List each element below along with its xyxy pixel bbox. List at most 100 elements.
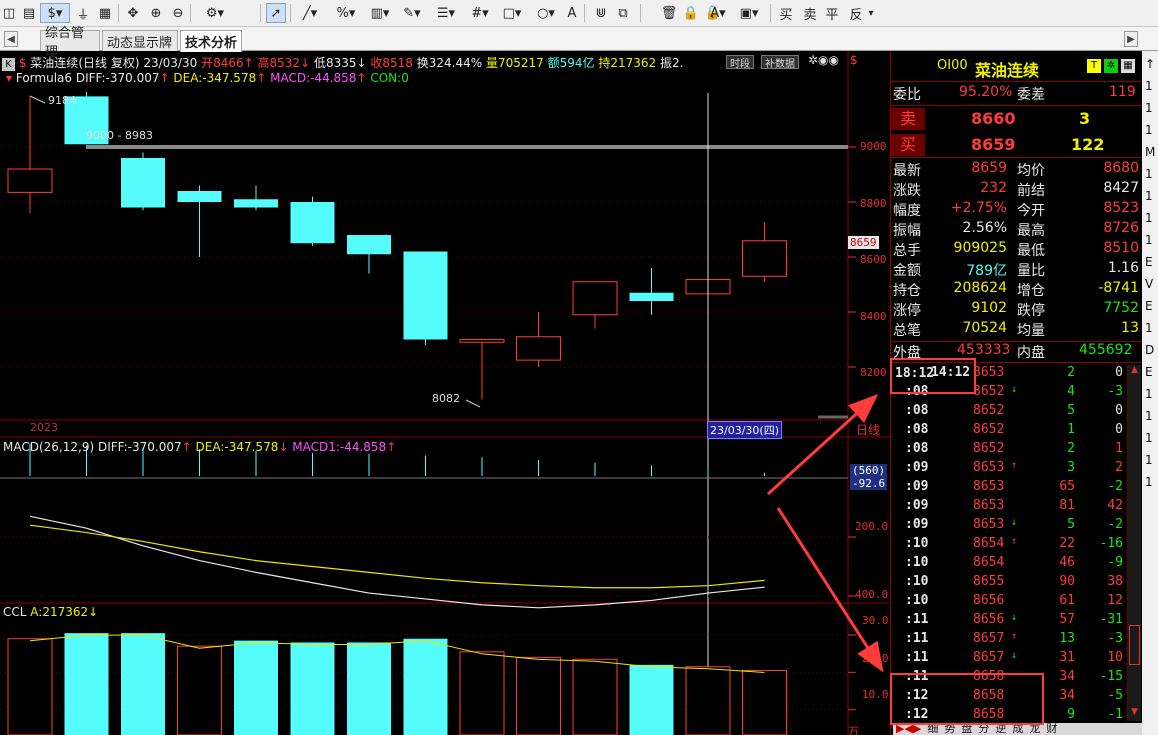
filter-icon[interactable]: ⏚ [74,3,92,23]
strip-item[interactable]: 1 [1145,475,1153,489]
gear-icon[interactable]: ⚙▾ [198,3,232,23]
bottom-tab[interactable]: 财 [1043,723,1060,735]
star-icon[interactable]: ✲ [1104,59,1118,73]
strip-item[interactable]: E [1145,255,1153,269]
copy-icon[interactable]: ⧉ [614,3,632,23]
neipan-label: 内盘 [1017,345,1045,361]
document-icon[interactable]: ▤ [20,3,38,23]
sell-volume: 3 [1079,109,1091,128]
sell-row[interactable]: 卖 8660 3 [891,108,1143,130]
color-icon[interactable]: A▾ [706,3,730,23]
tick-row[interactable]: :09 8653 ↑ 3 2 [891,459,1129,478]
magnet-icon[interactable]: ⋓ [592,3,610,23]
reverse-button[interactable]: 反 [846,3,866,23]
tick-row[interactable]: :11 8657 ↓ 31 10 [891,649,1129,668]
candle-body [516,336,561,361]
text-tool-icon[interactable]: A [564,3,580,23]
k-icon[interactable]: ◫ [0,3,18,23]
tick-row[interactable]: :09 8653 81 42 [891,497,1129,516]
t-icon[interactable]: T [1087,59,1101,73]
tick-row[interactable]: :11 8656 ↓ 57 -31 [891,611,1129,630]
strip-item[interactable]: 1 [1145,101,1153,115]
buy-row[interactable]: 买 8659 122 [891,134,1143,156]
tab-dongtai[interactable]: 动态显示牌 [102,30,178,51]
tick-scrollbar[interactable]: ▲ ▼ [1127,365,1141,721]
tick-volume: 13 [1059,631,1075,646]
percent-tool-icon[interactable]: %▾ [334,3,358,23]
stats-value: 8510 [1103,240,1139,256]
ccl-value: A:217362 [30,605,89,619]
tick-row[interactable]: :08 8652 1 0 [891,421,1129,440]
tick-row[interactable]: :10 8656 61 12 [891,592,1129,611]
k-badge-icon[interactable]: K [2,58,15,71]
strip-item[interactable]: 1 [1145,233,1153,247]
stats-label: 跌停 [1017,303,1045,319]
sell-button[interactable]: 卖 [800,3,820,23]
supplement-data-button[interactable]: 补数据 [761,55,799,70]
strip-item[interactable]: E [1145,365,1153,379]
close-position-button[interactable]: 平 [822,3,842,23]
strip-item[interactable]: 1 [1145,189,1153,203]
pen-tool-icon[interactable]: ✎▾ [398,3,426,23]
tick-row[interactable]: :08 8652 5 0 [891,402,1129,421]
strip-item[interactable]: M [1145,145,1155,159]
tick-row[interactable]: :10 8654 ↑ 22 -16 [891,535,1129,554]
scroll-down-icon[interactable]: ▼ [1128,707,1141,719]
ccl-bar [572,658,618,735]
stats-label: 量比 [1017,263,1045,279]
tab-jishu[interactable]: 技术分析 [180,30,242,52]
settings-icon[interactable]: ✲◉◉ [808,53,839,67]
cursor-icon[interactable]: ➚ [266,3,286,23]
candle-body [572,281,618,316]
tab-scroll-left-icon[interactable]: ◀ [4,31,18,47]
strip-item[interactable]: 1 [1145,387,1153,401]
zoom-out-icon[interactable]: ⊖ [168,3,188,23]
hash-tool-icon[interactable]: #▾ [466,3,494,23]
tick-row[interactable]: :08 8652 2 1 [891,440,1129,459]
tick-row[interactable]: :09 8653 ↓ 5 -2 [891,516,1129,535]
strip-item[interactable]: 1 [1145,211,1153,225]
tick-row[interactable]: :11 8657 ↑ 13 -3 [891,630,1129,649]
tick-row[interactable]: :10 8655 90 38 [891,573,1129,592]
strip-item[interactable]: D [1145,343,1154,357]
stats-value: 2.56% [962,220,1007,236]
line-tool-icon[interactable]: ╱▾ [298,3,322,23]
buy-button[interactable]: 买 [776,3,796,23]
tab-zonghe[interactable]: 综合管理 [40,26,100,60]
rect-tool-icon[interactable]: □▾ [498,3,526,23]
zoom-in-icon[interactable]: ⊕ [146,3,166,23]
delete-icon[interactable]: 🗑 [660,3,678,23]
move-icon[interactable]: ✥ [124,3,142,23]
scroll-thumb[interactable] [1129,625,1140,665]
strip-item[interactable]: ↑ [1145,57,1155,71]
strip-item[interactable]: V [1145,277,1153,291]
strip-item[interactable]: E [1145,299,1153,313]
stats-value: 8427 [1103,180,1139,196]
grid-icon[interactable]: ▦ [1121,59,1135,73]
toolbar-more-icon[interactable]: ▾ [866,3,876,23]
strip-item[interactable]: 1 [1145,431,1153,445]
strip-item[interactable]: 1 [1145,167,1153,181]
grid-edit-icon[interactable]: ▦ [96,3,114,23]
tick-row[interactable]: :10 8654 46 -9 [891,554,1129,573]
bars-tool-icon[interactable]: ▥▾ [366,3,394,23]
circle-tool-icon[interactable]: ○▾ [532,3,560,23]
strip-item[interactable]: 1 [1145,321,1153,335]
strip-item[interactable]: 1 [1145,79,1153,93]
ccl-bar [177,645,222,735]
levels-tool-icon[interactable]: ☰▾ [432,3,460,23]
stats-label: 总手 [893,243,921,259]
save-icon[interactable]: ▣▾ [736,3,762,23]
strip-item[interactable]: 1 [1145,453,1153,467]
tick-row[interactable]: :09 8653 65 -2 [891,478,1129,497]
timeshare-button[interactable]: 时段 [726,55,754,70]
tab-scroll-right-icon[interactable]: ▶ [1124,31,1138,47]
tick-arrow: ↓ [1011,612,1018,623]
lock-icon[interactable]: 🔒 [682,3,700,23]
strip-item[interactable]: 1 [1145,409,1153,423]
dollar-icon[interactable]: $▾ [40,3,70,23]
strip-item[interactable]: 1 [1145,123,1153,137]
scroll-up-icon[interactable]: ▲ [1128,365,1141,377]
macd-diff-line [29,515,765,609]
kline-chart-area[interactable]: K $ 菜油连续(日线 复权) 23/03/30 开8466↑ 高8532↓ 低… [0,51,890,735]
